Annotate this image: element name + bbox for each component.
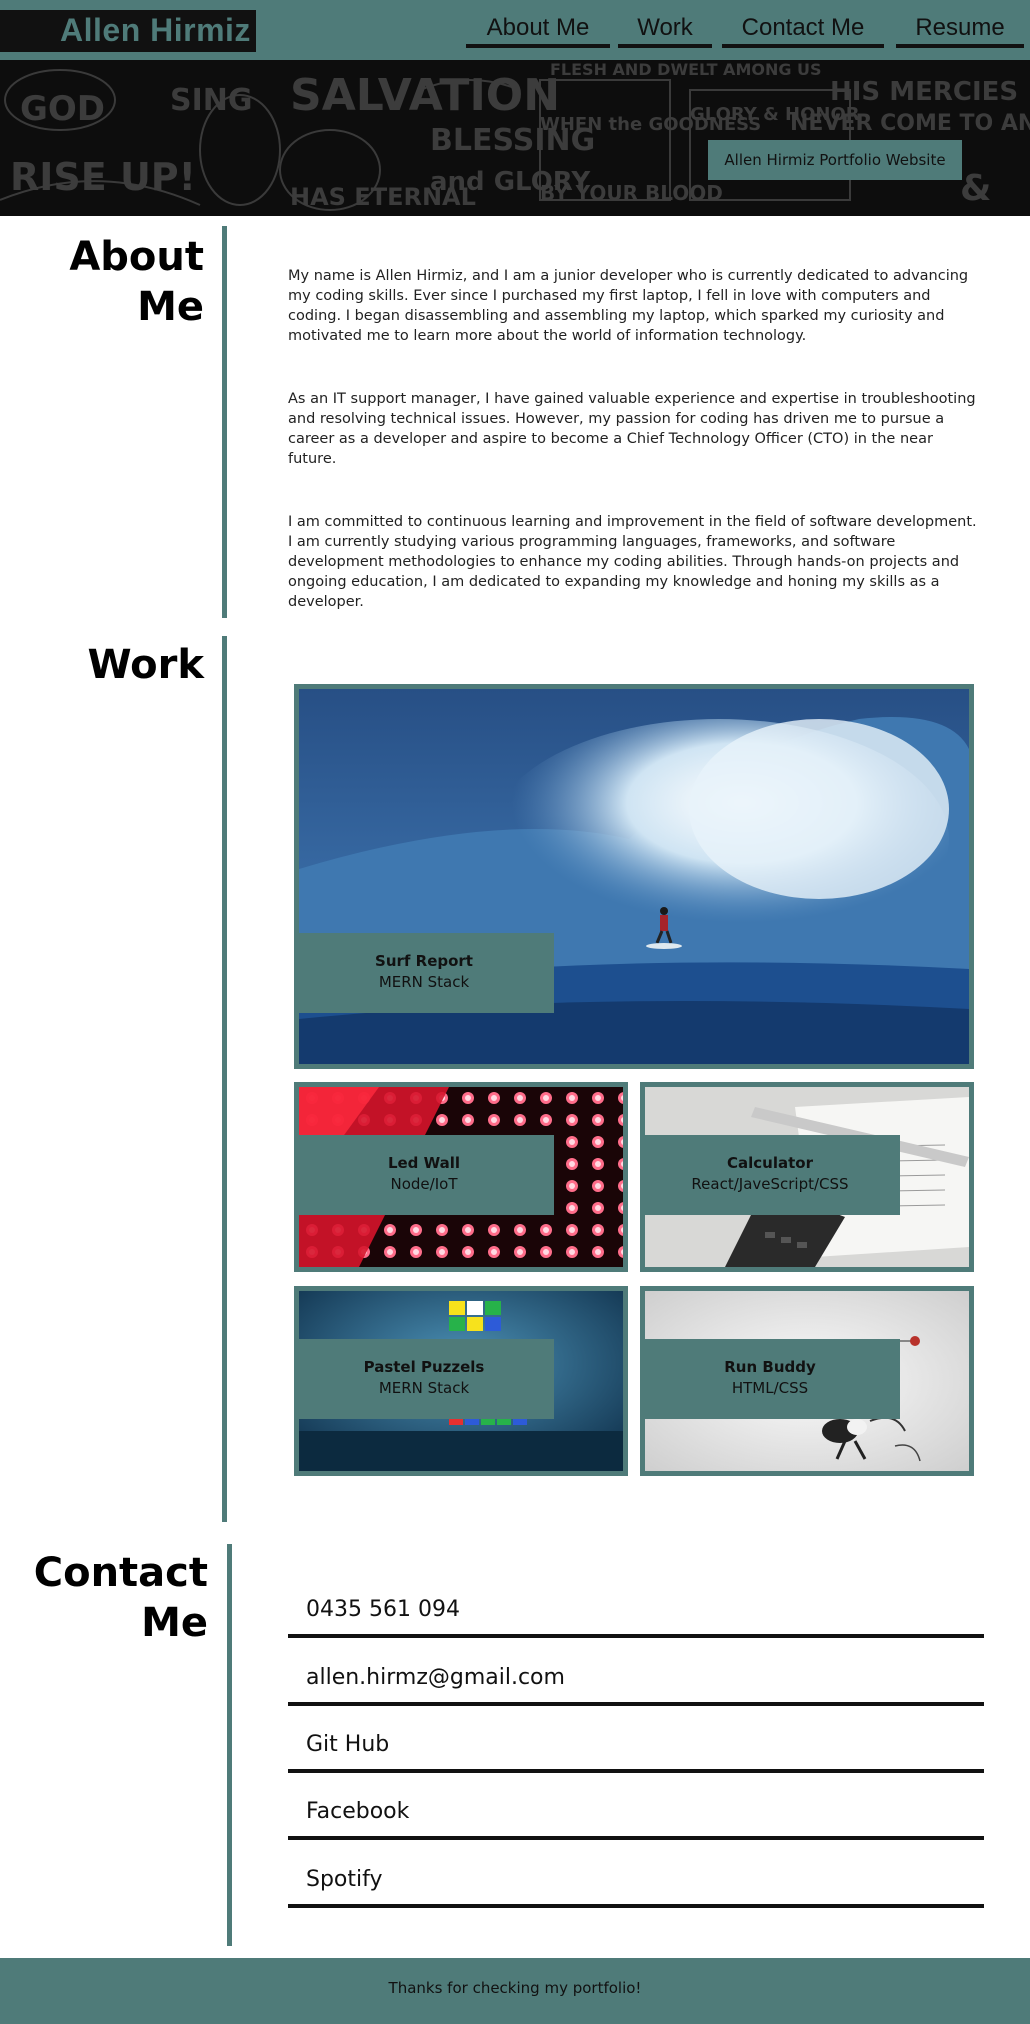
project-title: Led Wall	[387, 1154, 461, 1172]
project-title: Surf Report	[375, 952, 473, 970]
svg-text:HIS MERCIES: HIS MERCIES	[830, 77, 1018, 107]
project-title: Pastel Puzzels	[363, 1358, 485, 1376]
brand-box[interactable]: Allen Hirmiz	[0, 10, 256, 52]
svg-text:BY YOUR BLOOD: BY YOUR BLOOD	[540, 181, 723, 205]
site-footer: Thanks for checking my portfolio!	[0, 1958, 1030, 2024]
contact-title-line1: Contact	[33, 1550, 208, 1596]
about-body: My name is Allen Hirmiz, and I am a juni…	[288, 266, 982, 655]
contact-facebook-link[interactable]: Facebook	[288, 1774, 984, 1840]
project-stack: MERN Stack	[378, 973, 470, 991]
hero-banner: GOD RISE UP! SING SALVATION HAS ETERNAL …	[0, 60, 1030, 216]
project-label: Run Buddy HTML/CSS	[645, 1339, 900, 1419]
nav-about-me[interactable]: About Me	[466, 12, 610, 48]
brand-title[interactable]: Allen Hirmiz	[60, 12, 251, 49]
project-label: Surf Report MERN Stack	[299, 933, 554, 1013]
nav-work[interactable]: Work	[618, 12, 712, 48]
nav-contact-me[interactable]: Contact Me	[722, 12, 884, 48]
project-title: Calculator	[727, 1154, 813, 1172]
contact-phone-link[interactable]: 0435 561 094	[288, 1572, 984, 1638]
svg-text:SALVATION: SALVATION	[290, 70, 560, 121]
about-title-line2: Me	[137, 284, 204, 330]
about-paragraph-3: I am committed to continuous learning an…	[288, 514, 977, 610]
about-title: About Me	[40, 232, 204, 332]
about-paragraph-1: My name is Allen Hirmiz, and I am a juni…	[288, 268, 969, 344]
svg-text:&: &	[960, 168, 991, 209]
footer-text: Thanks for checking my portfolio!	[388, 1979, 642, 1997]
about-title-line1: About	[69, 234, 204, 280]
project-card-run-buddy[interactable]: Run Buddy HTML/CSS	[640, 1286, 974, 1476]
svg-text:SING: SING	[170, 83, 253, 118]
about-paragraph-2: As an IT support manager, I have gained …	[288, 391, 976, 467]
contact-github-link[interactable]: Git Hub	[288, 1707, 984, 1773]
contact-divider	[227, 1544, 232, 1946]
project-title: Run Buddy	[724, 1358, 816, 1376]
project-label: Led Wall Node/IoT	[299, 1135, 554, 1215]
banner-badge: Allen Hirmiz Portfolio Website	[708, 140, 962, 180]
top-bar: Allen Hirmiz About Me Work Contact Me Re…	[0, 0, 1030, 60]
contact-spotify-link[interactable]: Spotify	[288, 1842, 984, 1908]
work-title: Work	[87, 642, 204, 688]
nav-resume[interactable]: Resume	[896, 12, 1024, 48]
project-stack: Node/IoT	[390, 1175, 458, 1193]
project-card-led-wall[interactable]: Led Wall Node/IoT	[294, 1082, 628, 1272]
svg-text:RISE UP!: RISE UP!	[10, 155, 196, 199]
project-stack: React/JaveScript/CSS	[691, 1175, 849, 1193]
svg-text:FLESH AND DWELT AMONG US: FLESH AND DWELT AMONG US	[550, 60, 822, 79]
svg-text:NEVER COME TO AN END: NEVER COME TO AN END	[790, 111, 1030, 136]
project-stack: HTML/CSS	[731, 1379, 809, 1397]
project-card-surf-report[interactable]: Surf Report MERN Stack	[294, 684, 974, 1069]
project-label: Pastel Puzzels MERN Stack	[299, 1339, 554, 1419]
project-card-calculator[interactable]: Calculator React/JaveScript/CSS	[640, 1082, 974, 1272]
typography-collage-image: GOD RISE UP! SING SALVATION HAS ETERNAL …	[0, 60, 1030, 216]
work-divider	[222, 636, 227, 1522]
project-label: Calculator React/JaveScript/CSS	[645, 1135, 900, 1215]
contact-title: Contact Me	[30, 1548, 208, 1648]
contact-email-link[interactable]: allen.hirmz@gmail.com	[288, 1640, 984, 1706]
contact-title-line2: Me	[141, 1600, 208, 1646]
about-divider	[222, 226, 227, 618]
project-stack: MERN Stack	[378, 1379, 470, 1397]
svg-text:GOD: GOD	[20, 89, 105, 129]
project-card-pastel-puzzels[interactable]: Pastel Puzzels MERN Stack	[294, 1286, 628, 1476]
